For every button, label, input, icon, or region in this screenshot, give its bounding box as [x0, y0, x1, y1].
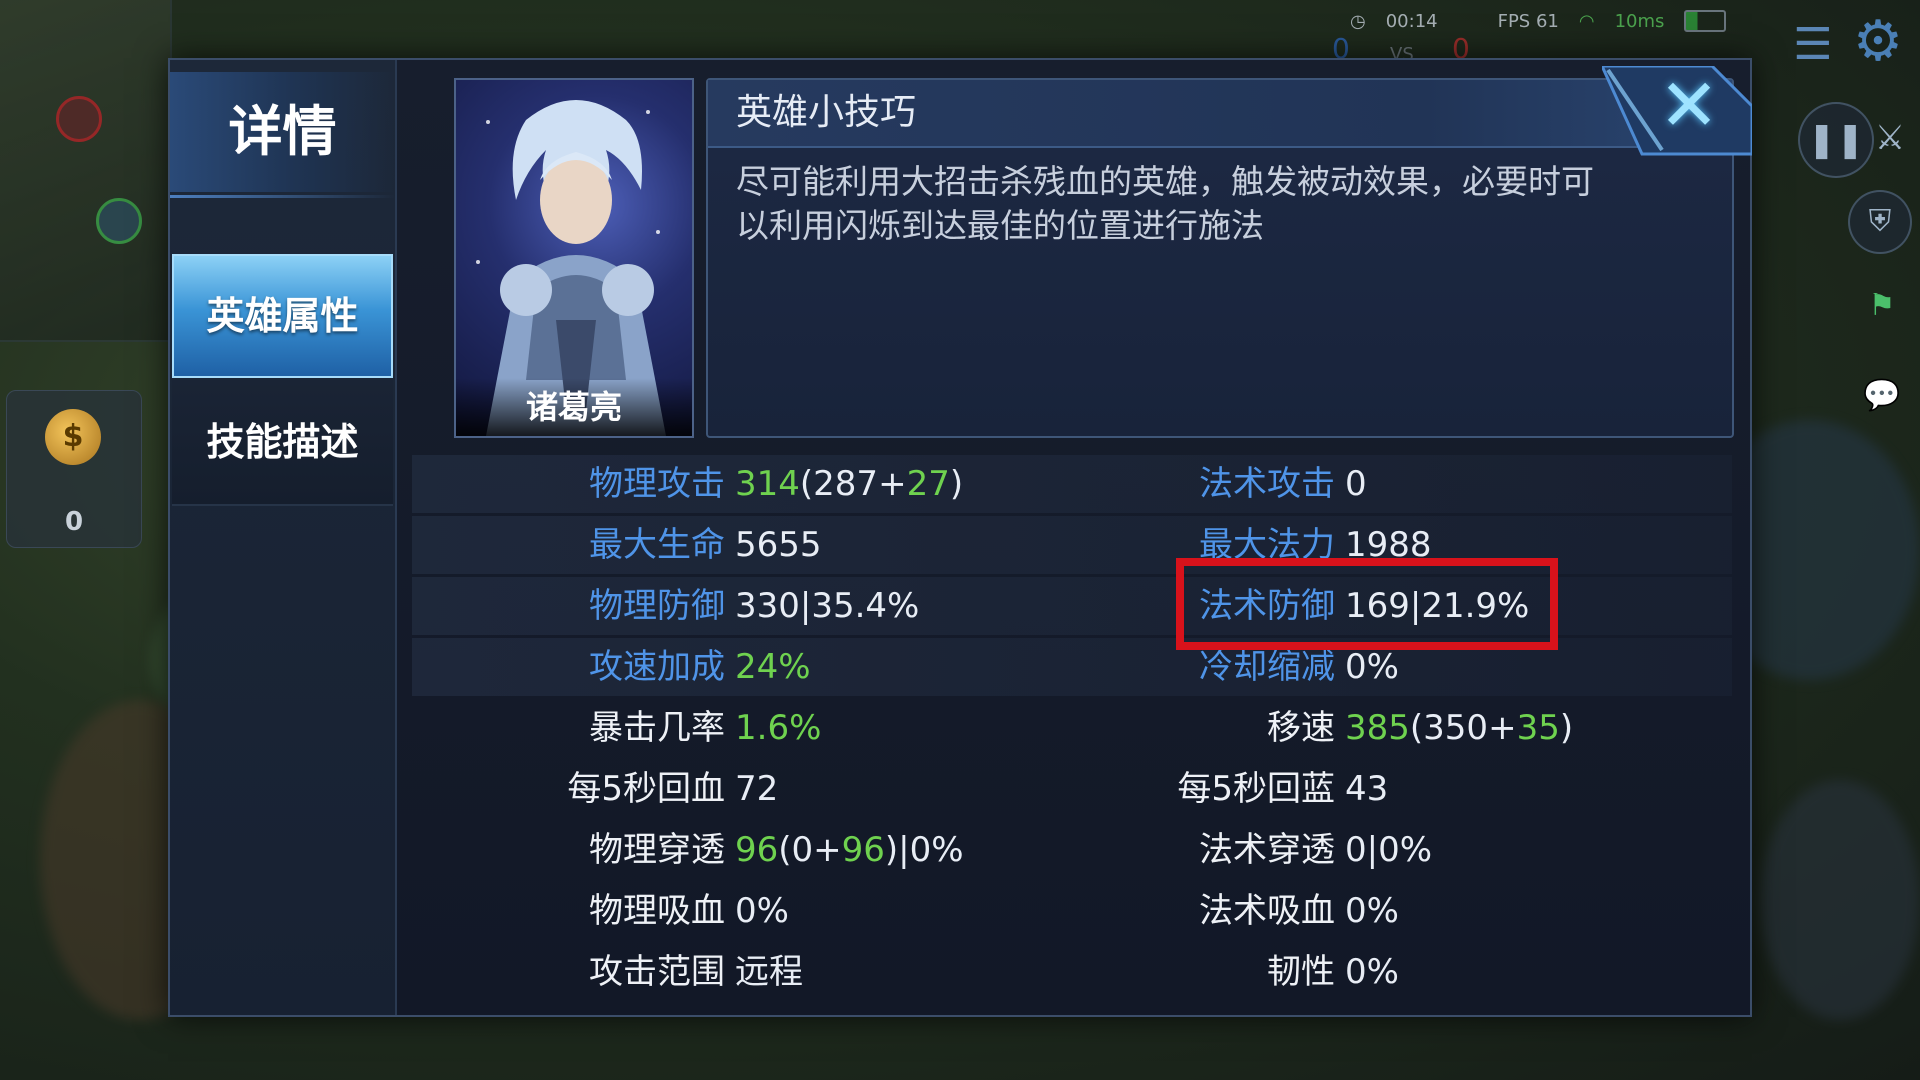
stat-value: 72	[735, 760, 778, 818]
match-time: 00:14	[1385, 10, 1438, 32]
detail-sidebar: 详情 英雄属性 技能描述	[170, 60, 397, 1015]
close-button[interactable]: ✕	[1602, 63, 1752, 156]
shield-icon[interactable]: ⛨	[1848, 190, 1912, 254]
stat-label: 物理防御	[589, 586, 725, 626]
stats-row: 物理穿透 96(0+96)|0% 法术穿透 0|0%	[412, 821, 1732, 879]
title-divider	[170, 195, 395, 198]
stat-value: 0	[1345, 455, 1367, 513]
ally-hero-marker	[96, 198, 142, 244]
stat-value: 1.6%	[735, 699, 821, 757]
stat-value-part: 35	[1516, 708, 1560, 748]
stats-row: 每5秒回血 72 每5秒回蓝 43	[412, 760, 1732, 818]
stat-value: 330|35.4%	[735, 577, 919, 635]
hero-detail-dialog: 详情 英雄属性 技能描述 诸葛亮 英雄小技巧 尽可能利用大招击杀残血的英雄，触发…	[168, 58, 1752, 1017]
stat-value: 0%	[1345, 882, 1399, 940]
money-bag-icon: $	[45, 409, 101, 465]
stat-value-part: )|0%	[884, 830, 964, 870]
stat-value-part: 远程	[735, 952, 803, 992]
stat-label: 物理吸血	[589, 891, 725, 931]
stat-label: 物理穿透	[589, 830, 725, 870]
hero-name: 诸葛亮	[456, 378, 692, 436]
stat-value: 远程	[735, 943, 803, 1001]
stat-value-part: )	[949, 464, 964, 504]
minimap[interactable]	[0, 0, 172, 342]
menu-icon[interactable]: ☰	[1786, 18, 1840, 72]
clock-icon: ◷	[1350, 10, 1366, 32]
stat-value-part: (350+	[1409, 708, 1517, 748]
flag-icon[interactable]: ⚑	[1852, 276, 1912, 336]
status-bar: ◷ 00:14 FPS 61 ◠ 10ms	[1350, 6, 1727, 36]
stats-row: 物理攻击 314(287+27) 法术攻击 0	[412, 455, 1732, 513]
stat-value: 5655	[735, 516, 822, 574]
gold-count: 0	[64, 507, 84, 537]
stat-value-part: 314	[735, 464, 800, 504]
tips-header: 英雄小技巧	[708, 80, 1732, 148]
stat-value-part: 43	[1345, 769, 1389, 809]
tab-skill-description[interactable]: 技能描述	[172, 380, 393, 506]
stat-value-part: 96	[841, 830, 885, 870]
dialog-title: 详情	[170, 72, 395, 192]
gear-icon[interactable]: ⚙	[1846, 10, 1910, 74]
gold-panel[interactable]: $ 0	[6, 390, 142, 548]
stat-value: 0%	[735, 882, 789, 940]
tips-text: 尽可能利用大招击杀残血的英雄，触发被动效果，必要时可以利用闪烁到达最佳的位置进行…	[736, 162, 1594, 245]
tab-hero-attributes[interactable]: 英雄属性	[172, 254, 393, 378]
stat-value-part: 0%	[735, 891, 789, 931]
stat-value-part: 0%	[1345, 647, 1399, 687]
stat-label: 物理攻击	[589, 464, 725, 504]
stat-value: 314(287+27)	[735, 455, 963, 513]
ping-readout: 10ms	[1614, 10, 1665, 32]
stat-value-part: 0	[1345, 464, 1367, 504]
stat-label: 攻击范围	[589, 952, 725, 992]
stat-label: 攻速加成	[589, 647, 725, 687]
stat-value-part: 1.6%	[735, 708, 822, 748]
stats-row: 攻击范围 远程 韧性 0%	[412, 943, 1732, 1001]
stat-label: 法术攻击	[1199, 464, 1335, 504]
close-icon: ✕	[1658, 63, 1720, 147]
stat-value: 0|0%	[1345, 821, 1432, 879]
stat-value-part: 330|35.4%	[735, 586, 920, 626]
hero-stats-table: 物理攻击 314(287+27) 法术攻击 0 最大生命 5655 最大法力 1988 物理防御…	[412, 455, 1732, 995]
stat-label: 韧性	[1267, 952, 1335, 992]
stat-value-part: (287+	[799, 464, 907, 504]
stat-value-part: 0|0%	[1345, 830, 1433, 870]
stat-value-part: 96	[735, 830, 779, 870]
stat-label: 最大生命	[589, 525, 725, 565]
stat-value-part: )	[1559, 708, 1574, 748]
hero-tips-panel: 英雄小技巧 尽可能利用大招击杀残血的英雄，触发被动效果，必要时可以利用闪烁到达最…	[706, 78, 1734, 438]
stat-value-part: 72	[735, 769, 779, 809]
stat-value-part: 27	[906, 464, 950, 504]
enemy-hero-marker	[56, 96, 102, 142]
stat-value-part: 0%	[1345, 891, 1399, 931]
tips-title: 英雄小技巧	[736, 92, 917, 133]
sword-icon[interactable]: ⚔	[1860, 102, 1920, 174]
highlight-annotation	[1176, 558, 1558, 650]
stat-value: 43	[1345, 760, 1388, 818]
stat-value: 96(0+96)|0%	[735, 821, 964, 879]
stats-row: 物理吸血 0% 法术吸血 0%	[412, 882, 1732, 940]
stat-label: 每5秒回蓝	[1177, 769, 1335, 809]
stat-label: 每5秒回血	[567, 769, 725, 809]
stat-value-part: 0%	[1345, 952, 1399, 992]
fps-readout: FPS 61	[1497, 10, 1559, 32]
stat-value: 0%	[1345, 943, 1399, 1001]
stat-value: 385(350+35)	[1345, 699, 1573, 757]
stat-value-part: 24%	[735, 647, 811, 687]
stat-value-part: 385	[1345, 708, 1410, 748]
stat-label: 移速	[1267, 708, 1335, 748]
chat-icon[interactable]: 💬	[1852, 366, 1912, 426]
stats-row: 暴击几率 1.6% 移速 385(350+35)	[412, 699, 1732, 757]
stat-value-part: 5655	[735, 525, 822, 565]
hero-portrait: 诸葛亮	[454, 78, 694, 438]
stat-label: 法术穿透	[1199, 830, 1335, 870]
stat-label: 法术吸血	[1199, 891, 1335, 931]
wifi-icon: ◠	[1578, 10, 1595, 32]
stat-label: 暴击几率	[589, 708, 725, 748]
stat-value-part: (0+	[778, 830, 842, 870]
stat-value: 24%	[735, 638, 811, 696]
battery-icon	[1684, 10, 1727, 32]
